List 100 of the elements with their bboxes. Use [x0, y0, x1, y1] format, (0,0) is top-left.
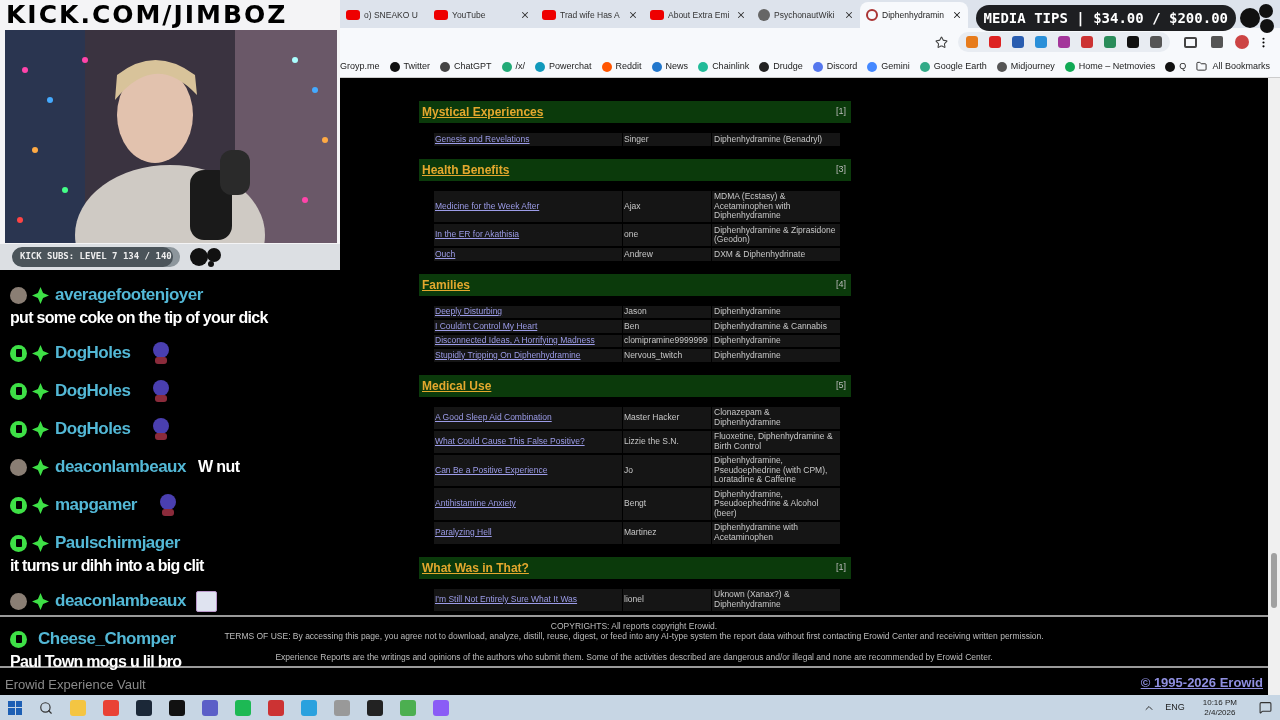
report-link[interactable]: I Couldn't Control My Heart [435, 321, 538, 331]
bookmark[interactable]: Gemini [867, 59, 910, 74]
browser-tab[interactable]: YouTube [428, 2, 536, 28]
report-link[interactable]: Antihistamine Anxiety [435, 499, 516, 509]
language-indicator[interactable]: ENG [1165, 700, 1185, 715]
report-link[interactable]: Paralyzing Hell [435, 527, 492, 538]
browser-tab[interactable]: About Extra Emi [644, 2, 752, 28]
chat-username[interactable]: deaconlambeaux [55, 457, 186, 477]
close-icon[interactable] [520, 10, 530, 20]
subs-progress-label: KICK SUBS: LEVEL 7 134 / 140 [19, 250, 173, 264]
bookmark[interactable]: Home – Netmovies [1064, 59, 1156, 74]
report-link[interactable]: Deeply Disturbing [435, 307, 503, 317]
extension-icon[interactable] [1127, 36, 1139, 48]
table-cell: Diphenhydramine [712, 334, 840, 347]
youtube-icon [434, 10, 448, 20]
app-icon[interactable] [169, 699, 185, 716]
browser-tab[interactable]: Diphenhydramin [860, 2, 968, 28]
bookmark[interactable]: Discord [812, 59, 858, 74]
bookmark[interactable]: ChatGPT [440, 59, 492, 74]
notification-icon[interactable] [1259, 701, 1272, 714]
site-icon [812, 61, 823, 72]
clock[interactable]: 10:16 PM 2/4/2026 [1202, 697, 1237, 718]
table-cell: Diphenhydramine & Cannabis [712, 320, 840, 333]
bookmark[interactable]: Groyp.me [340, 59, 380, 74]
chat-message: W nut [197, 457, 240, 477]
chat-message: Paul Town mogs u lil bro [10, 652, 182, 672]
bookmark[interactable]: Reddit [601, 59, 642, 74]
chat-username[interactable]: averagefootenjoyer [55, 285, 203, 305]
bookmark[interactable]: /x/ [501, 59, 526, 74]
section-title[interactable]: Mystical Experiences [422, 103, 544, 121]
table-cell: Singer [623, 133, 711, 146]
extension-icon[interactable] [1150, 36, 1162, 48]
section-title[interactable]: Health Benefits [422, 160, 510, 179]
report-link[interactable]: Can Be a Positive Experience [435, 465, 548, 475]
chat-username[interactable]: DogHoles [55, 343, 131, 363]
browser-tab[interactable]: o) SNEAKO U [340, 2, 428, 28]
table-cell: Diphenhydramine, Pseudoephedrine (with CPM), Loratadine & Caffeine [712, 454, 840, 486]
site-icon [758, 9, 770, 21]
report-link[interactable]: Medicine for the Week After [435, 201, 540, 211]
table-cell: Diphenhydramine [712, 305, 840, 318]
bookmark[interactable]: Chainlink [698, 59, 750, 74]
bookmark[interactable]: News [651, 59, 689, 74]
bookmark[interactable]: Q [1165, 59, 1187, 74]
app-icon[interactable] [136, 699, 152, 716]
all-bookmarks[interactable]: All Bookmarks [1196, 59, 1270, 74]
section-count: [4] [836, 277, 847, 291]
table-cell: Fluoxetine, Diphenhydramine & Birth Control [712, 430, 840, 453]
site-icon [1064, 61, 1075, 72]
chat-username[interactable]: DogHoles [55, 419, 131, 439]
extension-icon[interactable] [1184, 36, 1197, 48]
bookmark[interactable]: Powerchat [535, 59, 592, 74]
browser-tab[interactable]: Trad wife Has A [536, 2, 644, 28]
bookmark[interactable]: Twitter [389, 59, 431, 74]
youtube-icon [542, 10, 556, 20]
section-count: [3] [836, 162, 847, 176]
start-icon[interactable] [8, 700, 22, 715]
site-icon [867, 61, 878, 72]
site-icon [996, 61, 1007, 72]
chat-username[interactable]: deaconlambeaux [55, 591, 186, 611]
copyright-link[interactable]: © 1995-2026 Erowid [1140, 672, 1263, 692]
bookmark[interactable]: Drudge [759, 59, 803, 74]
report-link[interactable]: Ouch [435, 249, 456, 259]
bookmark[interactable]: Midjourney [996, 59, 1055, 74]
report-link[interactable]: Stupidly Tripping On Diphenhydramine [435, 350, 581, 360]
star-icon[interactable] [935, 35, 948, 49]
chat-username[interactable]: Cheese_Chomper [38, 629, 176, 649]
close-icon[interactable] [952, 10, 962, 20]
section-title[interactable]: What Was in That? [422, 558, 529, 577]
browser-tab[interactable]: PsychonautWiki [752, 2, 860, 28]
folder-icon [1196, 61, 1208, 72]
app-icon[interactable] [367, 699, 383, 716]
report-link[interactable]: What Could Cause This False Positive? [435, 436, 585, 447]
section-title[interactable]: Medical Use [422, 376, 492, 395]
close-icon[interactable] [844, 10, 854, 20]
site-icon [440, 61, 451, 72]
table-cell: Ben [623, 320, 711, 333]
channel-banner: KICK.COM/JIMBOZ [0, 0, 340, 30]
close-icon[interactable] [628, 10, 638, 20]
table-cell: Uknown (Xanax?) & Diphenhydramine [712, 588, 840, 611]
chat-message: it turns ur dihh into a big clit [10, 556, 204, 576]
chat-username[interactable]: mapgamer [55, 495, 137, 515]
report-link[interactable]: Genesis and Revelations [435, 134, 530, 144]
bookmark[interactable]: Google Earth [919, 59, 987, 74]
table-cell: Bengt [623, 488, 711, 520]
table-cell: Diphenhydramine (Benadryl) [712, 133, 840, 146]
close-icon[interactable] [736, 10, 746, 20]
search-icon[interactable] [39, 700, 53, 715]
chat-username[interactable]: DogHoles [55, 381, 131, 401]
section-title[interactable]: Families [422, 275, 471, 294]
table-cell: Diphenhydramine, Pseudoephedrine & Alcohol (beer) [712, 488, 840, 520]
table-cell: one [623, 224, 711, 246]
report-link[interactable]: I'm Still Not Entirely Sure What It Was [435, 594, 578, 605]
scrollbar[interactable] [1268, 78, 1280, 695]
report-link[interactable]: In the ER for Akathisia [435, 230, 520, 240]
profile-avatar[interactable] [1235, 35, 1249, 49]
chat-message: put some coke on the tip of your dick [10, 308, 268, 328]
media-tips-counter: MEDIA TIPS | $34.00 / $200.00 [983, 8, 1228, 29]
report-link[interactable]: A Good Sleep Aid Combination [435, 412, 552, 423]
chat-username[interactable]: Paulschirmjager [55, 533, 180, 553]
report-link[interactable]: Disconnected Ideas, A Horrifying Madness [435, 336, 595, 346]
